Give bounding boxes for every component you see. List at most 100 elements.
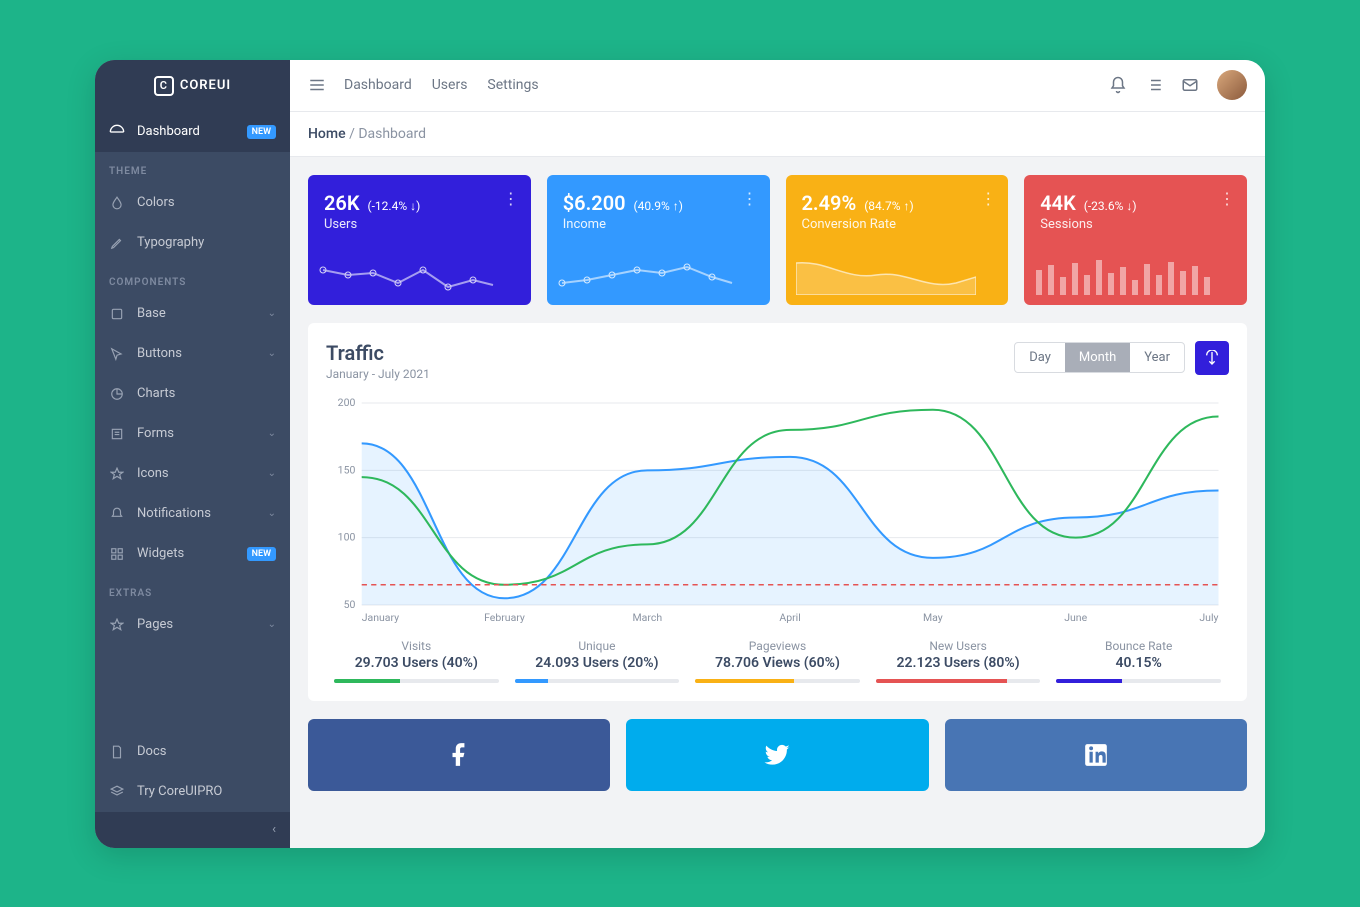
bell-icon (109, 506, 125, 522)
period-month[interactable]: Month (1065, 343, 1130, 372)
chevron-down-icon: ⌄ (268, 348, 276, 359)
svg-text:July: July (1199, 611, 1218, 624)
stat-value: $6.200 (563, 191, 626, 215)
traffic-controls: Day Month Year (1014, 341, 1229, 375)
traffic-card: Traffic January - July 2021 Day Month Ye… (308, 323, 1247, 701)
stat-cards: ⋮ 26K (-12.4% ↓) Users ⋮ $6.200 (40.9% ↑… (308, 175, 1247, 305)
chevron-down-icon: ⌄ (268, 619, 276, 630)
sidebar-item-buttons[interactable]: Buttons ⌄ (95, 334, 290, 374)
traffic-stat: Bounce Rate 40.15% (1048, 639, 1229, 683)
sidebar-item-charts[interactable]: Charts (95, 374, 290, 414)
sidebar-item-pages[interactable]: Pages ⌄ (95, 605, 290, 645)
breadcrumb-current: Dashboard (358, 126, 426, 142)
progress-bar (1056, 679, 1221, 683)
sidebar-label: Notifications (137, 506, 211, 521)
card-menu-icon[interactable]: ⋮ (1219, 189, 1235, 208)
download-button[interactable] (1195, 341, 1229, 375)
sidebar-label: Base (137, 306, 166, 321)
sidebar-item-dashboard[interactable]: Dashboard NEW (95, 112, 290, 152)
sidebar-item-widgets[interactable]: Widgets NEW (95, 534, 290, 574)
sidebar-label: Pages (137, 617, 173, 632)
sparkline-bars (1034, 255, 1214, 295)
card-menu-icon[interactable]: ⋮ (980, 189, 996, 208)
traffic-stat-label: New Users (876, 639, 1041, 653)
svg-text:100: 100 (338, 530, 356, 543)
social-facebook[interactable] (308, 719, 610, 791)
cursor-icon (109, 346, 125, 362)
traffic-stat-label: Visits (334, 639, 499, 653)
sidebar-item-pro[interactable]: Try CoreUIPRO (95, 772, 290, 812)
social-linkedin[interactable] (945, 719, 1247, 791)
svg-text:February: February (484, 611, 525, 624)
mail-icon[interactable] (1181, 76, 1199, 94)
period-toggle: Day Month Year (1014, 342, 1185, 373)
bell-icon[interactable] (1109, 76, 1127, 94)
traffic-stat-value: 78.706 Views (60%) (695, 655, 860, 671)
sidebar-label: Charts (137, 386, 175, 401)
sparkline-area (796, 255, 976, 295)
period-day[interactable]: Day (1015, 343, 1065, 372)
stat-card-conversion: ⋮ 2.49% (84.7% ↑) Conversion Rate (786, 175, 1009, 305)
layers-icon (109, 784, 125, 800)
nav-dashboard[interactable]: Dashboard (344, 77, 412, 93)
sidebar-collapse-button[interactable]: ‹ (95, 812, 290, 848)
stat-delta: (84.7% ↑) (864, 199, 913, 213)
sidebar-label: Dashboard (137, 124, 200, 139)
traffic-stat: Unique 24.093 Users (20%) (507, 639, 688, 683)
sidebar-item-forms[interactable]: Forms ⌄ (95, 414, 290, 454)
traffic-subtitle: January - July 2021 (326, 367, 430, 381)
topbar: Dashboard Users Settings (290, 60, 1265, 112)
nav-settings[interactable]: Settings (487, 77, 538, 93)
svg-text:May: May (923, 611, 943, 624)
chevron-down-icon: ⌄ (268, 428, 276, 439)
star-icon (109, 617, 125, 633)
chevron-left-icon: ‹ (272, 822, 276, 837)
sidebar-item-icons[interactable]: Icons ⌄ (95, 454, 290, 494)
brand-text: COREUI (180, 78, 231, 93)
card-menu-icon[interactable]: ⋮ (742, 189, 758, 208)
avatar[interactable] (1217, 70, 1247, 100)
sidebar-label: Try CoreUIPRO (137, 784, 222, 799)
sidebar-item-colors[interactable]: Colors (95, 183, 290, 223)
traffic-stat-label: Bounce Rate (1056, 639, 1221, 653)
svg-text:March: March (632, 611, 662, 624)
sidebar-item-notifications[interactable]: Notifications ⌄ (95, 494, 290, 534)
sidebar-item-docs[interactable]: Docs (95, 732, 290, 772)
section-theme: THEME (95, 152, 290, 183)
traffic-stat-value: 40.15% (1056, 655, 1221, 671)
drop-icon (109, 195, 125, 211)
stat-delta: (-12.4% ↓) (368, 199, 421, 213)
form-icon (109, 426, 125, 442)
nav-users[interactable]: Users (432, 77, 468, 93)
facebook-icon (446, 742, 472, 768)
social-twitter[interactable] (626, 719, 928, 791)
progress-bar (695, 679, 860, 683)
svg-text:50: 50 (344, 598, 356, 611)
progress-bar (876, 679, 1041, 683)
breadcrumb-home[interactable]: Home (308, 126, 346, 142)
card-menu-icon[interactable]: ⋮ (503, 189, 519, 208)
pie-icon (109, 386, 125, 402)
sidebar-label: Docs (137, 744, 166, 759)
sidebar-label: Icons (137, 466, 169, 481)
traffic-stat: Visits 29.703 Users (40%) (326, 639, 507, 683)
brand: C COREUI (95, 60, 290, 112)
menu-toggle-button[interactable] (308, 76, 326, 94)
svg-text:150: 150 (338, 463, 356, 476)
period-year[interactable]: Year (1130, 343, 1184, 372)
sparkline (557, 255, 737, 295)
traffic-stat-value: 24.093 Users (20%) (515, 655, 680, 671)
traffic-stat-label: Pageviews (695, 639, 860, 653)
sidebar-bottom: Docs Try CoreUIPRO ‹ (95, 732, 290, 848)
traffic-header: Traffic January - July 2021 Day Month Ye… (326, 341, 1229, 381)
list-icon[interactable] (1145, 76, 1163, 94)
section-components: COMPONENTS (95, 263, 290, 294)
puzzle-icon (109, 306, 125, 322)
traffic-chart: 50100150200JanuaryFebruaryMarchAprilMayJ… (326, 395, 1229, 625)
new-badge: NEW (247, 547, 276, 561)
twitter-icon (762, 740, 792, 770)
sidebar-item-base[interactable]: Base ⌄ (95, 294, 290, 334)
traffic-title: Traffic (326, 341, 430, 365)
traffic-stat-value: 22.123 Users (80%) (876, 655, 1041, 671)
sidebar-item-typography[interactable]: Typography (95, 223, 290, 263)
